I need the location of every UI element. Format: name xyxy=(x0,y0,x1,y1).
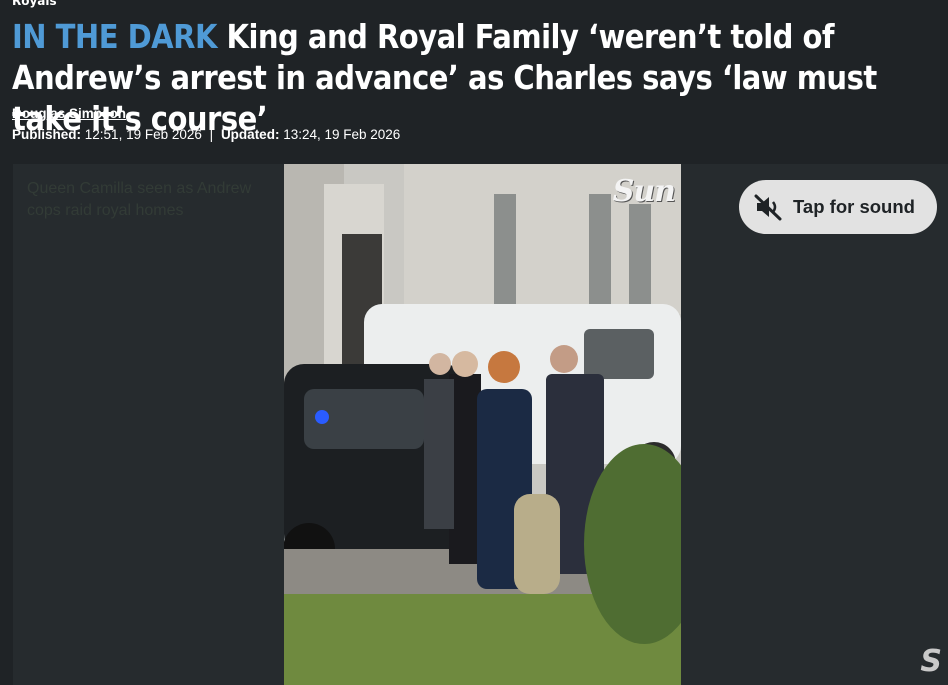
sun-logo: Sun xyxy=(612,174,676,209)
article-dates: Published: 12:51, 19 Feb 2026 | Updated:… xyxy=(12,127,400,142)
video-caption: Queen Camilla seen as Andrew cops raid r… xyxy=(27,180,252,219)
headline-kicker: IN THE DARK xyxy=(12,17,217,56)
author-link[interactable]: Douglas Simpson xyxy=(12,106,126,121)
published-value: 12:51, 19 Feb 2026 xyxy=(84,127,202,142)
video-still-image xyxy=(284,164,681,685)
sun-corner-logo: S xyxy=(920,644,942,679)
date-separator: | xyxy=(209,127,214,142)
section-label[interactable]: Royals xyxy=(12,0,57,8)
video-frame[interactable]: Sun xyxy=(284,164,681,685)
headline: IN THE DARK King and Royal Family ‘weren… xyxy=(12,16,932,139)
tap-for-sound-button[interactable]: Tap for sound xyxy=(739,180,937,234)
updated-value: 13:24, 19 Feb 2026 xyxy=(283,127,401,142)
published-label: Published: xyxy=(12,127,82,142)
speaker-muted-icon xyxy=(754,194,782,221)
tap-for-sound-label: Tap for sound xyxy=(793,196,915,217)
video-player[interactable]: Queen Camilla seen as Andrew cops raid r… xyxy=(13,164,948,685)
updated-label: Updated: xyxy=(220,127,280,142)
